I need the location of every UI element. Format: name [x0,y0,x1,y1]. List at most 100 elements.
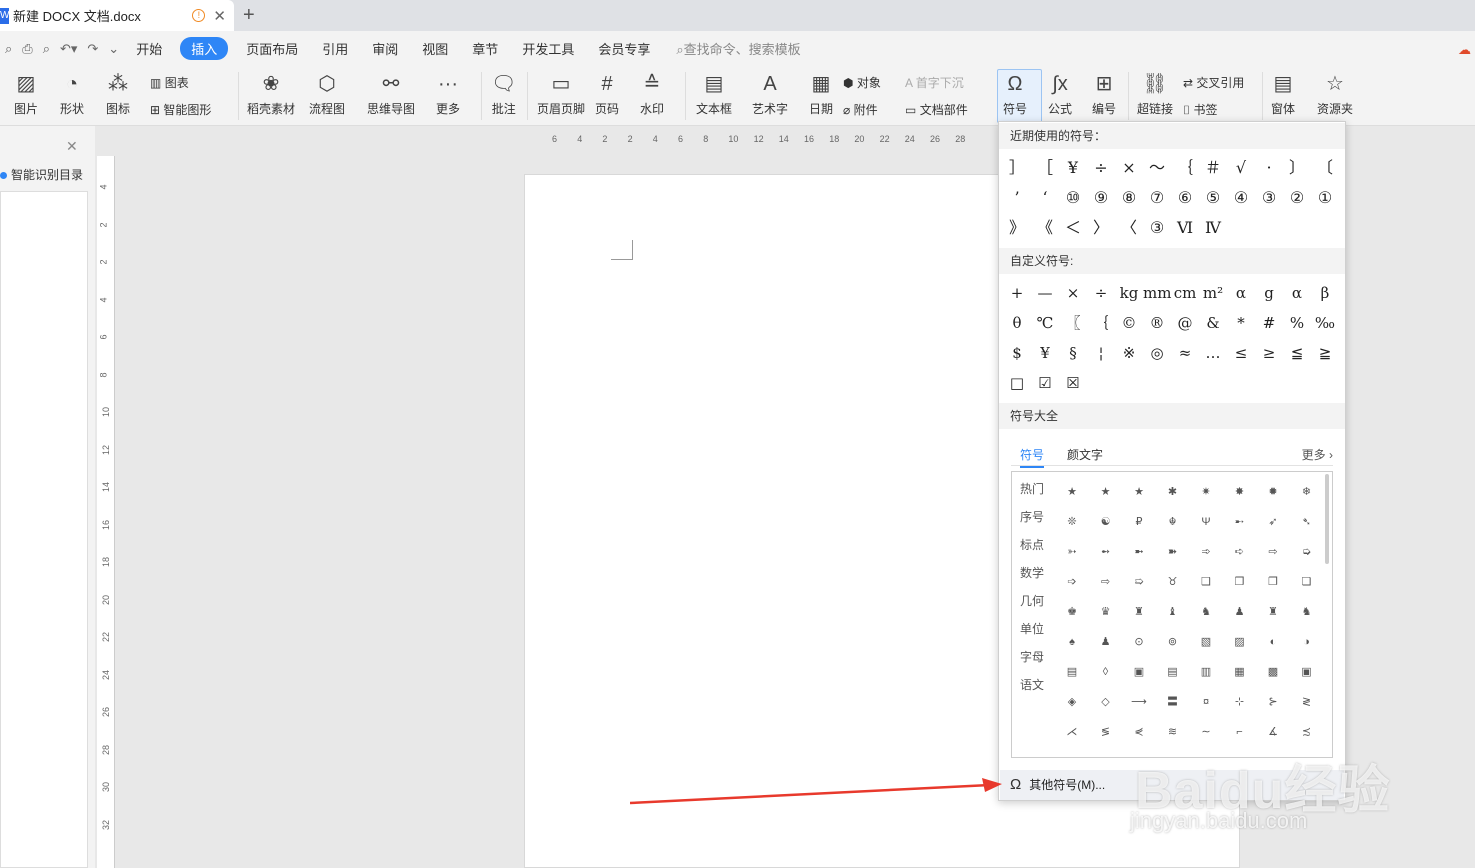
category-3[interactable]: 数学 [1020,564,1044,581]
library-symbol[interactable]: ♛ [1094,601,1118,623]
library-symbol[interactable]: 〓 [1161,691,1185,713]
textbox-button[interactable]: ▤ 文本框 [696,70,732,117]
custom-symbol[interactable]: § [1059,339,1087,367]
object-button[interactable]: ⬢ 对象 [843,74,881,91]
print-preview-icon[interactable]: ⌕ [43,41,50,57]
print-icon[interactable]: ⎙ [22,41,32,57]
custom-symbol[interactable]: * [1227,309,1255,337]
library-symbol[interactable]: ➼ [1127,541,1151,563]
library-symbol[interactable]: ➽ [1161,541,1185,563]
custom-symbol[interactable]: α [1227,279,1255,307]
library-symbol[interactable]: ➴ [1295,511,1319,533]
menu-reference[interactable]: 引用 [322,37,348,60]
library-symbol[interactable]: ◐ [1261,631,1285,653]
recent-symbol[interactable]: ④ [1227,184,1255,212]
category-6[interactable]: 字母 [1020,648,1044,665]
page-number-button[interactable]: # 页码 [595,70,619,117]
recent-symbol[interactable]: ｛ [1171,154,1199,182]
custom-symbol[interactable]: ÷ [1087,279,1115,307]
resource-folder-button[interactable]: ☆ 资源夹 [1317,70,1353,117]
recent-symbol[interactable]: 》 [1003,214,1031,242]
library-symbol[interactable]: ➭ [1295,541,1319,563]
more-link[interactable]: 更多 › [1302,446,1333,463]
smart-toc-item[interactable]: 智能识别目录 [0,166,83,183]
recent-symbol[interactable]: Ⅳ [1199,214,1227,242]
library-symbol[interactable]: ♚ [1060,601,1084,623]
custom-symbol[interactable]: ≦ [1283,339,1311,367]
date-button[interactable]: ▦ 日期 [809,70,833,117]
library-symbol[interactable]: ≋ [1161,721,1185,743]
library-symbol[interactable]: ♜ [1261,601,1285,623]
library-symbol[interactable]: ▤ [1161,661,1185,683]
custom-symbol[interactable]: ☑ [1031,369,1059,397]
recent-symbol[interactable]: 〈 [1115,214,1143,242]
library-symbol[interactable]: ▣ [1295,661,1319,683]
warning-icon[interactable]: ! [192,9,206,22]
form-window-button[interactable]: ▤ 窗体 [1271,70,1295,117]
library-symbol[interactable]: ◈ [1060,691,1084,713]
custom-symbol[interactable]: — [1031,279,1059,307]
chart-button[interactable]: ▥ 图表 [150,74,189,91]
custom-symbol[interactable]: m² [1199,279,1227,307]
attachment-button[interactable]: ⌀ 附件 [843,101,878,118]
custom-symbol[interactable]: & [1199,309,1227,337]
category-5[interactable]: 单位 [1020,620,1044,637]
document-tab[interactable]: W 新建 DOCX 文档.docx ! ✕ [0,0,234,31]
custom-symbol[interactable]: mm [1143,279,1171,307]
custom-symbol[interactable]: ≥ [1255,339,1283,367]
library-symbol[interactable]: ▤ [1060,661,1084,683]
menu-member[interactable]: 会员专享 [598,37,650,60]
custom-symbol[interactable]: × [1059,279,1087,307]
recent-symbol[interactable]: ③ [1143,214,1171,242]
library-symbol[interactable]: ⇨ [1094,571,1118,593]
drop-cap-button[interactable]: A 首字下沉 [905,74,964,91]
library-symbol[interactable]: ❄ [1295,481,1319,503]
category-4[interactable]: 几何 [1020,592,1044,609]
smart-graphic-button[interactable]: ⊞ 智能图形 [150,101,211,118]
library-symbol[interactable]: ⊹ [1228,691,1252,713]
library-symbol[interactable]: ➩ [1060,571,1084,593]
custom-symbol[interactable]: cm [1171,279,1199,307]
custom-symbol[interactable]: ‰ [1311,309,1339,337]
recent-symbol[interactable]: ① [1311,184,1339,212]
custom-symbol[interactable]: + [1003,279,1031,307]
library-symbol[interactable]: ♠ [1060,631,1084,653]
library-symbol[interactable]: ♟ [1094,631,1118,653]
recent-symbol[interactable]: × [1115,154,1143,182]
library-symbol[interactable]: ◑ [1295,631,1319,653]
library-symbol[interactable]: ★ [1094,481,1118,503]
custom-symbol[interactable]: # [1255,309,1283,337]
new-tab-plus-icon[interactable]: + [243,4,255,27]
library-symbol[interactable]: ❑ [1194,571,1218,593]
custom-symbol[interactable]: θ [1003,309,1031,337]
custom-symbol[interactable]: ｛ [1087,309,1115,337]
library-symbol[interactable]: ♞ [1295,601,1319,623]
library-symbol[interactable]: ♟ [1228,601,1252,623]
shape-button[interactable]: ◔ 形状 [60,70,84,117]
library-symbol[interactable]: ➸ [1228,511,1252,533]
library-symbol[interactable]: ❐ [1261,571,1285,593]
recent-symbol[interactable]: ［ [1031,154,1059,182]
library-symbol[interactable]: ➳ [1060,541,1084,563]
category-1[interactable]: 序号 [1020,508,1044,525]
library-symbol[interactable]: ❏ [1295,571,1319,593]
custom-symbol[interactable]: β [1311,279,1339,307]
tab-emoticons[interactable]: 颜文字 [1067,446,1103,463]
numbering-button[interactable]: ⊞ 编号 [1092,70,1116,117]
library-symbol[interactable]: ⌐ [1228,721,1252,743]
recent-symbol[interactable]: ¥ [1059,154,1087,182]
recent-symbol[interactable]: Ⅵ [1171,214,1199,242]
library-symbol[interactable]: ➶ [1261,511,1285,533]
library-symbol[interactable]: ⊙ [1127,631,1151,653]
recent-symbol[interactable]: ⑧ [1115,184,1143,212]
recent-symbol[interactable]: ⑦ [1143,184,1171,212]
recent-symbol[interactable]: ⑤ [1199,184,1227,212]
formula-button[interactable]: ∫x 公式 [1048,70,1072,117]
recent-symbol[interactable]: 〉 [1087,214,1115,242]
library-symbol[interactable]: ⟶ [1127,691,1151,713]
recent-symbol[interactable]: ～ [1143,154,1171,182]
library-symbol[interactable]: ≷ [1295,691,1319,713]
menu-start[interactable]: 开始 [136,37,162,60]
custom-symbol[interactable]: □ [1003,369,1031,397]
custom-symbol[interactable]: % [1283,309,1311,337]
